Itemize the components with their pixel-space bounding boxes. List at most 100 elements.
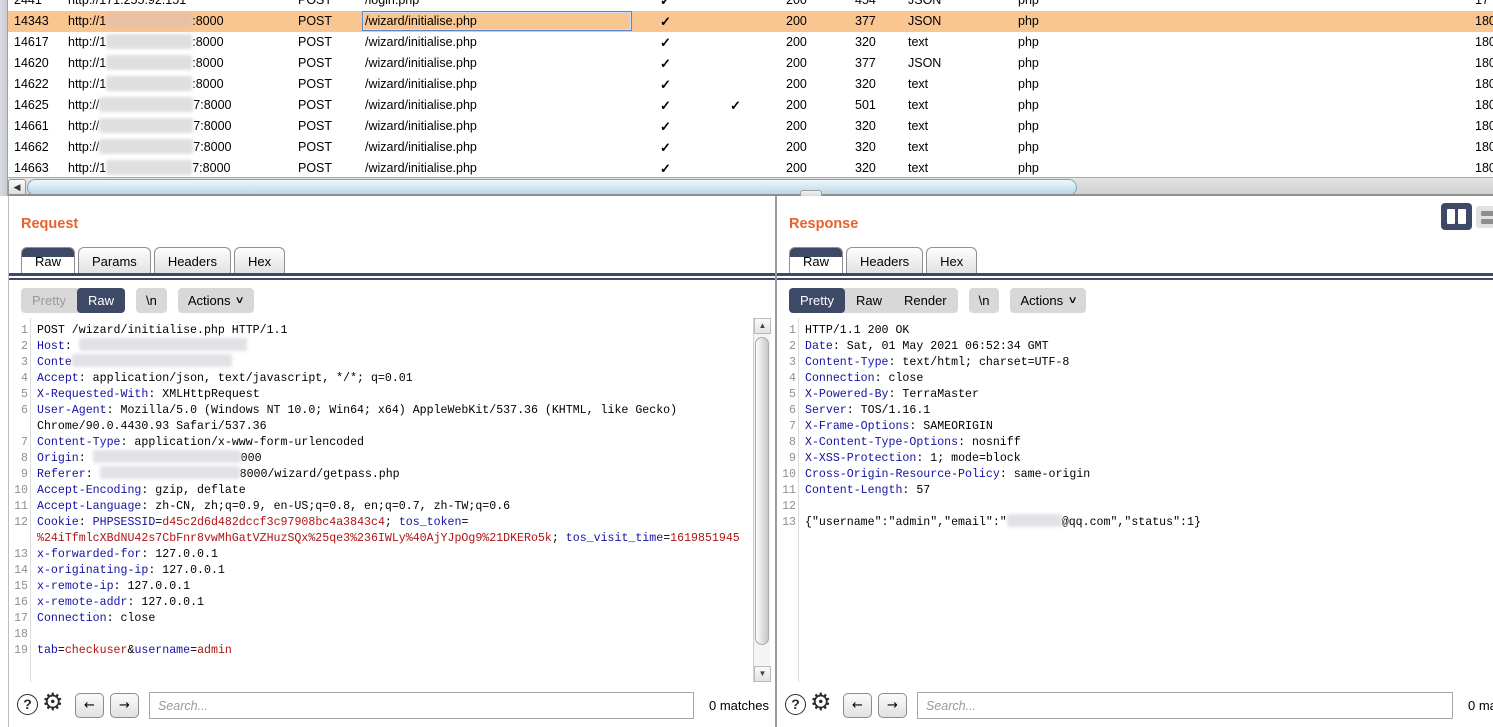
line-number: 12 (777, 499, 796, 515)
code-text: Host: (37, 339, 247, 355)
tab-hex[interactable]: Hex (234, 247, 285, 273)
line-number: 3 (9, 355, 28, 371)
actions-button[interactable]: Actions∨ (1010, 288, 1086, 313)
cell-method: POST (298, 95, 332, 116)
code-segment: : text/html; charset=UTF-8 (889, 356, 1070, 369)
request-editor[interactable]: 1POST /wizard/initialise.php HTTP/1.12Ho… (9, 318, 754, 682)
line-number: 11 (9, 499, 28, 515)
view-mode-pretty[interactable]: Pretty (789, 288, 845, 313)
line-number: 13 (777, 515, 796, 531)
table-row[interactable]: 14663http://17:8000POST/wizard/initialis… (0, 158, 1493, 177)
cell-ip: 180 (1475, 158, 1493, 177)
edited-checkmark: ✓ (730, 95, 741, 116)
table-row[interactable]: 14622http://1:8000POST/wizard/initialise… (0, 74, 1493, 95)
view-mode-raw[interactable]: Raw (845, 288, 893, 313)
cell-status: 200 (786, 158, 807, 177)
tab-headers[interactable]: Headers (846, 247, 923, 273)
tab-hex[interactable]: Hex (926, 247, 977, 273)
code-segment: Server (805, 404, 847, 417)
layout-rows-icon[interactable] (1476, 206, 1493, 228)
code-line: %24iTfmlcXBdNU42s7CbFnr8vwMhGatVZHuzSQx%… (9, 531, 754, 547)
tab-raw[interactable]: Raw (789, 247, 843, 273)
code-segment: : Mozilla/5.0 (Windows NT 10.0; Win64; x… (107, 404, 678, 417)
prev-match-button[interactable]: ← (75, 693, 104, 718)
code-segment: Connection (37, 612, 107, 625)
next-match-button[interactable]: → (878, 693, 907, 718)
gutter-separator (798, 318, 799, 682)
table-row[interactable]: 2441http://171.255.92.151POST/login.php✓… (0, 0, 1493, 11)
gear-icon[interactable]: ⚙ (810, 688, 832, 716)
layout-columns-icon[interactable] (1441, 203, 1472, 230)
cell-length: 377 (855, 53, 876, 74)
cell-mime: JSON (908, 11, 941, 32)
code-segment: %24iTfmlcXBdNU42s7CbFnr8vwMhGatVZHuzSQx%… (37, 532, 552, 545)
table-row[interactable]: 14661http://7:8000POST/wizard/initialise… (0, 116, 1493, 137)
gear-icon[interactable]: ⚙ (42, 688, 64, 716)
actions-button[interactable]: Actions∨ (178, 288, 254, 313)
table-row[interactable]: 14620http://1:8000POST/wizard/initialise… (0, 53, 1493, 74)
tab-headers[interactable]: Headers (154, 247, 231, 273)
scroll-down-button[interactable]: ▼ (754, 666, 771, 682)
v-scroll-thumb[interactable] (755, 337, 769, 645)
view-mode-render[interactable]: Render (893, 288, 958, 313)
cell-length: 320 (855, 158, 876, 177)
cell-path: /wizard/initialise.php (365, 137, 477, 158)
table-row[interactable]: 14625http://7:8000POST/wizard/initialise… (0, 95, 1493, 116)
code-text: X-XSS-Protection: 1; mode=block (805, 451, 1021, 467)
code-segment: username (134, 644, 190, 657)
view-mode-raw[interactable]: Raw (77, 288, 125, 313)
cell-method: POST (298, 11, 332, 32)
view-mode-group: PrettyRaw (21, 288, 125, 313)
url-text: 7:8000 (193, 119, 231, 133)
code-line: 11Content-Length: 57 (777, 483, 1493, 499)
search-input[interactable] (917, 692, 1453, 719)
tab-raw[interactable]: Raw (21, 247, 75, 273)
table-row[interactable]: 14662http://7:8000POST/wizard/initialise… (0, 137, 1493, 158)
code-segment: 8000/wizard/getpass.php (240, 468, 400, 481)
redacted-host (106, 55, 192, 70)
scroll-up-button[interactable]: ▲ (754, 318, 771, 334)
search-input[interactable] (149, 692, 694, 719)
table-row[interactable]: 14343http://1:8000POST/wizard/initialise… (0, 11, 1493, 32)
cell-path: /login.php (365, 0, 419, 11)
request-v-scrollbar[interactable]: ▲ ▼ (753, 318, 770, 682)
response-search-bar: ? ⚙ ← → 0 matches (777, 685, 1493, 727)
help-icon[interactable]: ? (17, 694, 38, 715)
code-text: Chrome/90.0.4430.93 Safari/537.36 (37, 419, 267, 435)
code-segment: : application/x-www-form-urlencoded (121, 436, 365, 449)
code-segment: X-XSS-Protection (805, 452, 916, 465)
code-text: %24iTfmlcXBdNU42s7CbFnr8vwMhGatVZHuzSQx%… (37, 531, 740, 547)
code-text: Origin: 000 (37, 451, 262, 467)
redacted-blob (93, 450, 241, 463)
code-text: tab=checkuser&username=admin (37, 643, 232, 659)
response-editor[interactable]: 1HTTP/1.1 200 OK2Date: Sat, 01 May 2021 … (777, 318, 1493, 682)
cell-id: 14617 (14, 32, 49, 53)
view-mode-pretty[interactable]: Pretty (21, 288, 77, 313)
line-number (9, 419, 28, 435)
code-segment: x-remote-ip (37, 580, 114, 593)
cell-id: 14343 (14, 11, 49, 32)
code-line: 13{"username":"admin","email":"@qq.com",… (777, 515, 1493, 531)
code-segment: PHPSESSID (93, 516, 156, 529)
code-segment: : close (875, 372, 924, 385)
table-row[interactable]: 14617http://1:8000POST/wizard/initialise… (0, 32, 1493, 53)
cell-status: 200 (786, 32, 807, 53)
prev-match-button[interactable]: ← (843, 693, 872, 718)
code-segment: : 57 (902, 484, 930, 497)
next-match-button[interactable]: → (110, 693, 139, 718)
request-search-bar: ? ⚙ ← → 0 matches (9, 685, 775, 727)
line-number: 11 (777, 483, 796, 499)
cell-path: /wizard/initialise.php (365, 116, 477, 137)
newline-toggle-button[interactable]: \n (136, 288, 167, 313)
line-number: 8 (777, 435, 796, 451)
code-segment: HTTP/1.1 200 OK (805, 324, 909, 337)
cell-mime: text (908, 116, 928, 137)
redacted-host (106, 76, 192, 91)
tab-params[interactable]: Params (78, 247, 151, 273)
newline-toggle-button[interactable]: \n (969, 288, 1000, 313)
cell-ip: 180 (1475, 116, 1493, 137)
cell-status: 200 (786, 74, 807, 95)
help-icon[interactable]: ? (785, 694, 806, 715)
code-segment: Connection (805, 372, 875, 385)
code-segment: X-Frame-Options (805, 420, 909, 433)
